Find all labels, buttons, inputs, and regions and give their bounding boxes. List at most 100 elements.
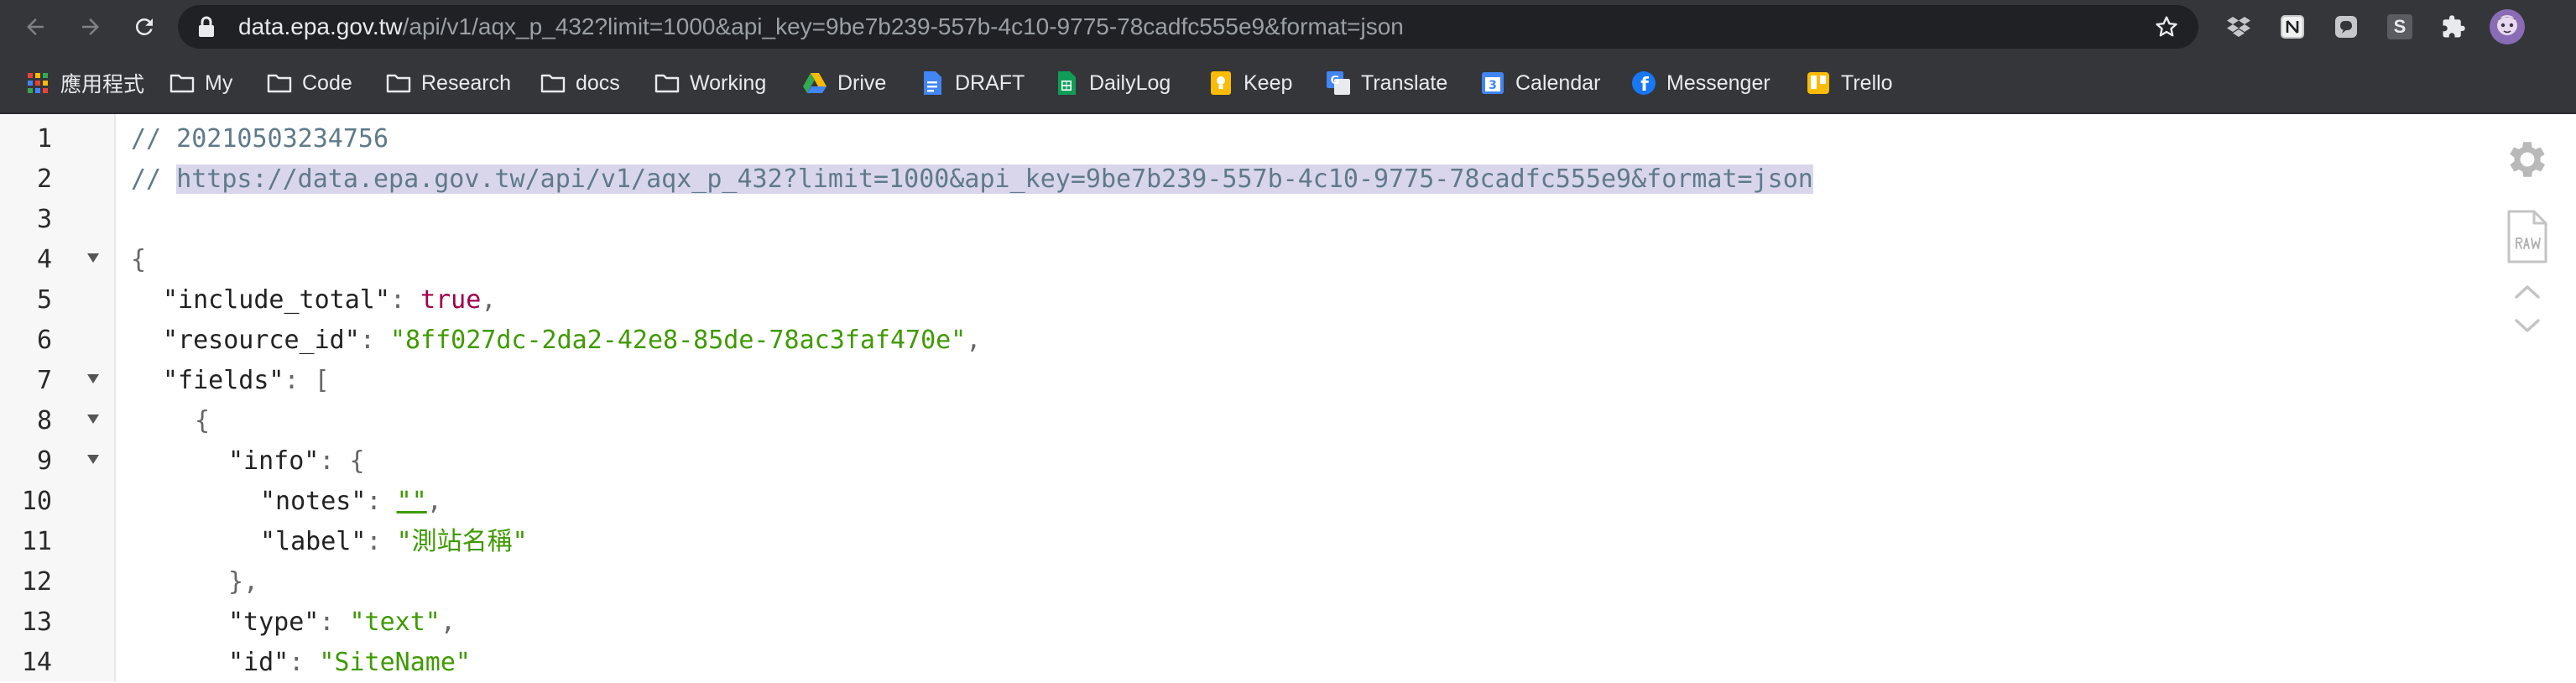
dropbox-extension-icon[interactable] bbox=[2224, 12, 2254, 42]
json-comma: , bbox=[426, 487, 442, 516]
json-key: "type" bbox=[228, 607, 320, 637]
json-string: "測站名稱" bbox=[396, 527, 528, 556]
line-number: 11 bbox=[21, 527, 52, 556]
bookmark-label: Keep bbox=[1244, 70, 1293, 95]
calendar-icon: 3 bbox=[1480, 70, 1505, 96]
reload-button[interactable] bbox=[128, 10, 161, 44]
line-number: 5 bbox=[36, 285, 52, 315]
apps-grid-icon bbox=[25, 70, 50, 96]
code-line: 13 "type": "text", bbox=[0, 602, 2433, 643]
line-number: 3 bbox=[36, 205, 52, 234]
line-number: 14 bbox=[21, 648, 52, 677]
trello-icon bbox=[1806, 70, 1831, 96]
bookmark-folder-docs[interactable]: docs bbox=[540, 54, 620, 112]
expand-down-button[interactable] bbox=[2511, 315, 2544, 336]
extensions-puzzle-icon[interactable] bbox=[2438, 12, 2469, 42]
code-line: 12 }, bbox=[0, 562, 2433, 602]
forward-button[interactable] bbox=[74, 10, 107, 44]
json-comma: , bbox=[440, 607, 456, 637]
forward-arrow-icon bbox=[82, 18, 99, 35]
fold-toggle-icon[interactable] bbox=[87, 455, 99, 464]
bookmark-folder-working[interactable]: Working bbox=[654, 54, 766, 112]
code-text: "include_total": true, bbox=[163, 280, 496, 321]
code-text: "label": "測站名稱" bbox=[260, 522, 528, 562]
bookmark-star-icon[interactable] bbox=[2153, 13, 2180, 44]
source-url-link[interactable]: https://data.epa.gov.tw/api/v1/aqx_p_432… bbox=[176, 164, 1813, 194]
fold-toggle-icon[interactable] bbox=[87, 374, 99, 383]
raw-view-button[interactable] bbox=[2504, 208, 2551, 267]
timestamp-comment: // 20210503234756 bbox=[131, 124, 389, 154]
json-comma: , bbox=[966, 326, 982, 355]
bookmark-drive[interactable]: Drive bbox=[802, 54, 886, 112]
bookmarks-bar: 應用程式 My Code Research docs Working Drive… bbox=[0, 54, 2576, 114]
fold-toggle-icon[interactable] bbox=[87, 414, 99, 424]
address-bar[interactable]: data.epa.gov.tw/api/v1/aqx_p_432?limit=1… bbox=[178, 5, 2198, 49]
json-key: "resource_id" bbox=[163, 326, 360, 355]
bookmark-folder-research[interactable]: Research bbox=[386, 54, 511, 112]
bookmark-messenger[interactable]: f Messenger bbox=[1631, 54, 1770, 112]
s-extension-icon[interactable]: S bbox=[2385, 12, 2415, 42]
bookmark-folder-code[interactable]: Code bbox=[267, 54, 352, 112]
open-brace: { bbox=[195, 406, 211, 435]
code-line: 4 { bbox=[0, 240, 2433, 280]
line-number: 8 bbox=[36, 406, 52, 435]
open-brace: { bbox=[131, 245, 147, 274]
profile-avatar[interactable] bbox=[2489, 8, 2526, 45]
translate-glyph: G bbox=[1331, 75, 1340, 87]
bookmark-label: Translate bbox=[1361, 70, 1448, 95]
bookmark-label: Code bbox=[302, 70, 352, 95]
gear-icon bbox=[2510, 142, 2546, 177]
sheets-icon bbox=[1054, 70, 1079, 96]
line-number: 9 bbox=[36, 446, 52, 476]
bookmark-label: Calendar bbox=[1515, 70, 1601, 95]
bookmark-label: Working bbox=[690, 70, 767, 95]
code-line: 6 "resource_id": "8ff027dc-2da2-42e8-85d… bbox=[0, 321, 2433, 361]
code-line: 9 "info": { bbox=[0, 441, 2433, 482]
comment-prefix: // bbox=[131, 164, 177, 194]
code-line: 7 "fields": [ bbox=[0, 361, 2433, 401]
bookmark-draft[interactable]: DRAFT bbox=[920, 54, 1025, 112]
json-key: "label" bbox=[260, 527, 367, 556]
settings-button[interactable] bbox=[2502, 134, 2553, 185]
docs-icon bbox=[920, 70, 945, 96]
fold-toggle-icon[interactable] bbox=[87, 253, 99, 263]
code-text: { bbox=[131, 240, 146, 280]
folder-icon bbox=[169, 70, 195, 96]
json-key: "notes" bbox=[260, 487, 367, 516]
url-path: /api/v1/aqx_p_432?limit=1000&api_key=9be… bbox=[402, 13, 1404, 39]
drive-icon bbox=[802, 70, 827, 96]
json-boolean: true bbox=[420, 285, 482, 315]
json-string: "8ff027dc-2da2-42e8-85de-78ac3faf470e" bbox=[389, 326, 967, 355]
bookmark-folder-my[interactable]: My bbox=[169, 54, 232, 112]
chat-extension-icon[interactable] bbox=[2331, 12, 2361, 42]
json-colon: : bbox=[359, 326, 390, 355]
code-line: 8 { bbox=[0, 401, 2433, 441]
code-text: "notes": "", bbox=[260, 482, 442, 522]
json-colon: : bbox=[389, 285, 421, 315]
json-string: "text" bbox=[349, 607, 441, 637]
bookmark-calendar[interactable]: 3 Calendar bbox=[1480, 54, 1600, 112]
json-key: "info" bbox=[228, 446, 320, 476]
bookmark-label: DRAFT bbox=[955, 70, 1025, 95]
calendar-glyph: 3 bbox=[1489, 79, 1497, 92]
json-colon: : bbox=[366, 527, 397, 556]
line-number: 1 bbox=[36, 124, 52, 154]
close-brace: }, bbox=[228, 567, 259, 597]
code-text: // https://data.epa.gov.tw/api/v1/aqx_p_… bbox=[131, 159, 1813, 200]
line-number: 12 bbox=[21, 567, 52, 597]
bookmark-translate[interactable]: G Translate bbox=[1326, 54, 1447, 112]
code-line: 5 "include_total": true, bbox=[0, 280, 2433, 321]
notion-extension-icon[interactable] bbox=[2277, 12, 2307, 42]
bookmark-keep[interactable]: Keep bbox=[1208, 54, 1292, 112]
bookmark-dailylog[interactable]: DailyLog bbox=[1054, 54, 1171, 112]
line-number: 7 bbox=[36, 366, 52, 395]
s-extension-letter: S bbox=[2387, 14, 2412, 39]
back-button[interactable] bbox=[18, 10, 52, 44]
url-text[interactable]: data.epa.gov.tw/api/v1/aqx_p_432?limit=1… bbox=[238, 5, 1404, 49]
bookmark-label: DailyLog bbox=[1089, 70, 1171, 95]
bookmark-apps[interactable]: 應用程式 bbox=[25, 54, 144, 112]
collapse-up-button[interactable] bbox=[2511, 282, 2544, 302]
code-line: 3 bbox=[0, 200, 2433, 240]
bookmark-trello[interactable]: Trello bbox=[1806, 54, 1893, 112]
folder-icon bbox=[540, 70, 566, 96]
